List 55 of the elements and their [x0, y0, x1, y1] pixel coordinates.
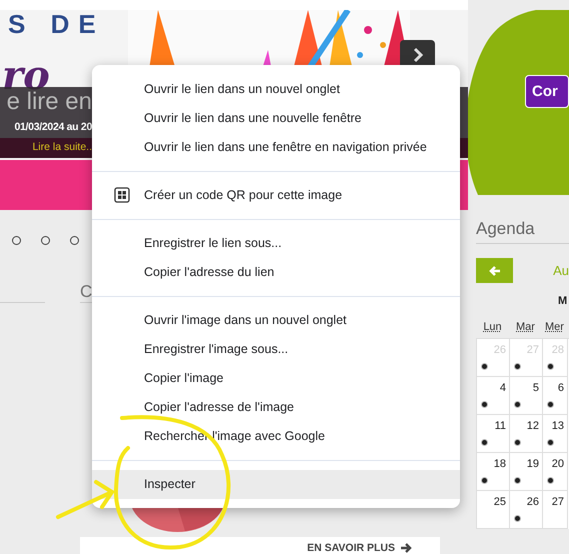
- slide-dates: 01/03/2024 au 20: [14, 121, 92, 133]
- day-number: 13: [552, 420, 564, 432]
- weekday-label: Lun: [482, 321, 503, 333]
- calendar-day[interactable]: 26: [510, 491, 543, 529]
- calendar-day[interactable]: 6: [543, 377, 568, 415]
- calendar-day[interactable]: 4: [477, 377, 510, 415]
- menu-item[interactable]: Enregistrer l'image sous...: [92, 334, 460, 364]
- menu-item[interactable]: Inspecter: [92, 470, 460, 498]
- arrow-right-icon: [401, 543, 412, 553]
- read-more-link[interactable]: Lire la suite..: [0, 138, 92, 156]
- agenda-title: Agenda: [476, 219, 569, 244]
- calendar-day[interactable]: 20: [543, 453, 568, 491]
- calendar-day[interactable]: 19: [510, 453, 543, 491]
- day-number: 11: [494, 420, 506, 432]
- weekday-label: Mar: [515, 321, 536, 333]
- nav-label: Au: [553, 263, 569, 278]
- calendar-day[interactable]: 18: [477, 453, 510, 491]
- arrow-left-icon: [488, 264, 501, 276]
- day-number: 6: [558, 382, 564, 394]
- learn-more-link[interactable]: EN SAVOIR PLUS: [307, 542, 395, 554]
- menu-item[interactable]: Ouvrir le lien dans une nouvelle fenêtre: [92, 104, 460, 132]
- carousel-dot[interactable]: [41, 236, 50, 245]
- menu-item[interactable]: Ouvrir le lien dans une fenêtre en navigation privée: [92, 132, 460, 162]
- calendar-day[interactable]: 27: [543, 491, 568, 529]
- day-number: 18: [494, 458, 506, 470]
- day-number: 27: [552, 496, 564, 508]
- menu-item[interactable]: Copier l'adresse de l'image: [92, 392, 460, 422]
- day-number: 12: [526, 420, 539, 432]
- menu-item[interactable]: Ouvrir l'image dans un nouvel onglet: [92, 306, 460, 334]
- menu-item[interactable]: Copier l'image: [92, 364, 460, 392]
- weekday-label: Mer: [544, 321, 565, 333]
- menu-item[interactable]: Ouvrir le lien dans un nouvel onglet: [92, 74, 460, 104]
- chevron-right-icon: [412, 47, 424, 63]
- promo-button[interactable]: Cor: [525, 75, 569, 108]
- menu-item[interactable]: Enregistrer le lien sous...: [92, 228, 460, 258]
- menu-item[interactable]: Copier l'adresse du lien: [92, 258, 460, 286]
- menu-item[interactable]: Créer un code QR pour cette image: [92, 180, 460, 210]
- qr-code-icon: [114, 187, 130, 203]
- calendar-day[interactable]: 5: [510, 377, 543, 415]
- day-number: 19: [526, 458, 539, 470]
- hand-drawn-arrow: [55, 479, 115, 520]
- month-title: M: [558, 295, 568, 307]
- carousel-dot[interactable]: [70, 236, 79, 245]
- day-number: 5: [532, 382, 539, 394]
- calendar-day[interactable]: 11: [477, 415, 510, 453]
- day-number: 25: [494, 496, 506, 508]
- day-number: 20: [552, 458, 564, 470]
- calendar-day[interactable]: 25: [477, 491, 510, 529]
- calendar-day[interactable]: 13: [543, 415, 568, 453]
- day-number: 4: [500, 382, 506, 394]
- carousel-dot[interactable]: [12, 236, 21, 245]
- menu-item[interactable]: Rechercher l'image avec Google: [92, 422, 460, 450]
- day-number: 26: [526, 496, 539, 508]
- calendar-day[interactable]: 12: [510, 415, 543, 453]
- site-title: S DE: [8, 10, 105, 38]
